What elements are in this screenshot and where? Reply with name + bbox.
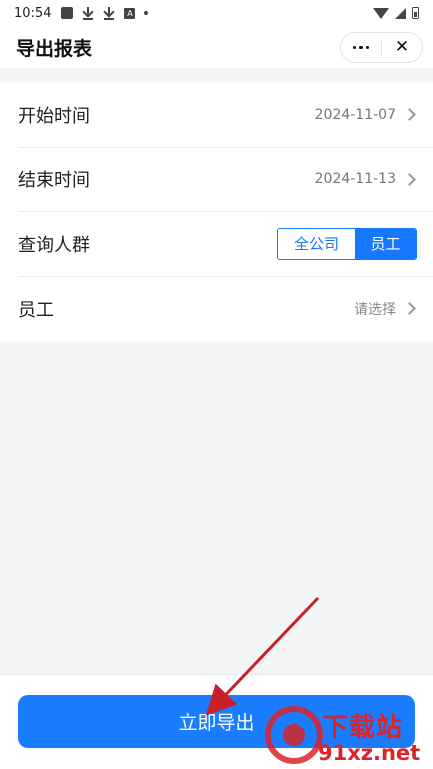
wifi-icon xyxy=(373,7,389,19)
status-time: 10:54 xyxy=(14,5,52,21)
close-button[interactable]: ✕ xyxy=(382,33,422,62)
query-group-row: 查询人群 全公司 员工 xyxy=(18,212,433,277)
start-time-value: 2024-11-07 xyxy=(314,106,396,123)
close-icon: ✕ xyxy=(394,37,410,57)
chevron-right-icon xyxy=(403,108,416,122)
status-icons-left: A xyxy=(61,6,149,20)
more-dots-icon xyxy=(352,45,370,50)
mini-program-capsule: ✕ xyxy=(340,32,423,63)
chevron-right-icon xyxy=(403,172,416,186)
chevron-right-icon xyxy=(403,302,416,316)
employee-row[interactable]: 员工 请选择 xyxy=(18,277,433,342)
employee-label: 员工 xyxy=(18,299,54,321)
status-bar: 10:54 A xyxy=(0,0,433,26)
export-now-button[interactable]: 立即导出 xyxy=(18,695,415,748)
a-app-icon: A xyxy=(124,7,136,19)
dot-icon xyxy=(144,11,149,15)
signal-icon xyxy=(395,7,406,19)
employee-placeholder: 请选择 xyxy=(354,301,396,318)
query-group-label: 查询人群 xyxy=(18,234,90,256)
battery-icon xyxy=(412,7,419,19)
start-time-row[interactable]: 开始时间 2024-11-07 xyxy=(18,83,433,148)
end-time-label: 结束时间 xyxy=(18,170,90,192)
more-button[interactable] xyxy=(341,33,381,62)
query-group-segmented-control: 全公司 员工 xyxy=(277,227,417,260)
app-square-icon xyxy=(61,7,74,19)
status-icons-right xyxy=(373,7,419,19)
export-form: 开始时间 2024-11-07 结束时间 2024-11-13 查询人群 全公司… xyxy=(0,83,433,341)
title-bar: 导出报表 ✕ xyxy=(0,26,433,68)
end-time-row[interactable]: 结束时间 2024-11-13 xyxy=(18,148,433,212)
page-title: 导出报表 xyxy=(16,37,93,60)
segment-whole-company[interactable]: 全公司 xyxy=(278,228,355,259)
end-time-value: 2024-11-13 xyxy=(314,171,396,188)
start-time-label: 开始时间 xyxy=(18,105,90,127)
bottom-bar: 立即导出 xyxy=(0,674,433,769)
download-icon xyxy=(82,6,94,20)
download-icon xyxy=(103,6,115,20)
segment-employee[interactable]: 员工 xyxy=(355,228,416,259)
